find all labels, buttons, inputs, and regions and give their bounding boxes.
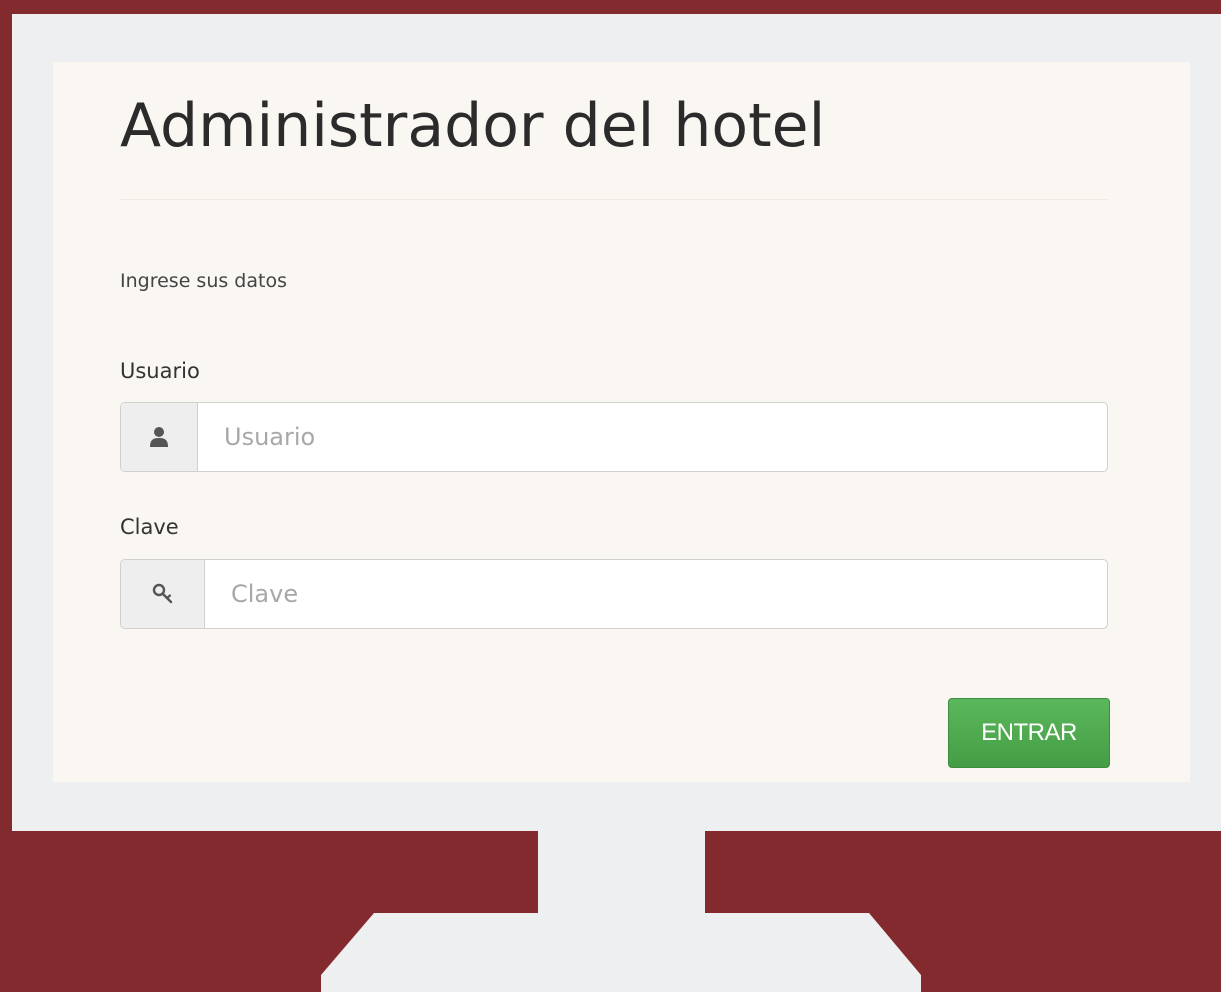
password-input[interactable] bbox=[205, 560, 1107, 628]
title-divider bbox=[120, 199, 1108, 200]
login-button[interactable]: ENTRAR bbox=[948, 698, 1110, 768]
login-panel: Administrador del hotel Ingrese sus dato… bbox=[53, 62, 1190, 782]
username-input-group bbox=[120, 402, 1108, 472]
page-background: Administrador del hotel Ingrese sus dato… bbox=[0, 0, 1221, 992]
monitor-neck bbox=[538, 831, 705, 915]
username-label: Usuario bbox=[120, 359, 200, 383]
intro-text: Ingrese sus datos bbox=[120, 270, 287, 292]
user-icon bbox=[121, 403, 198, 471]
key-icon bbox=[121, 560, 205, 628]
username-input[interactable] bbox=[198, 403, 1107, 471]
page-title: Administrador del hotel bbox=[120, 91, 826, 161]
password-input-group bbox=[120, 559, 1108, 629]
password-label: Clave bbox=[120, 515, 179, 539]
